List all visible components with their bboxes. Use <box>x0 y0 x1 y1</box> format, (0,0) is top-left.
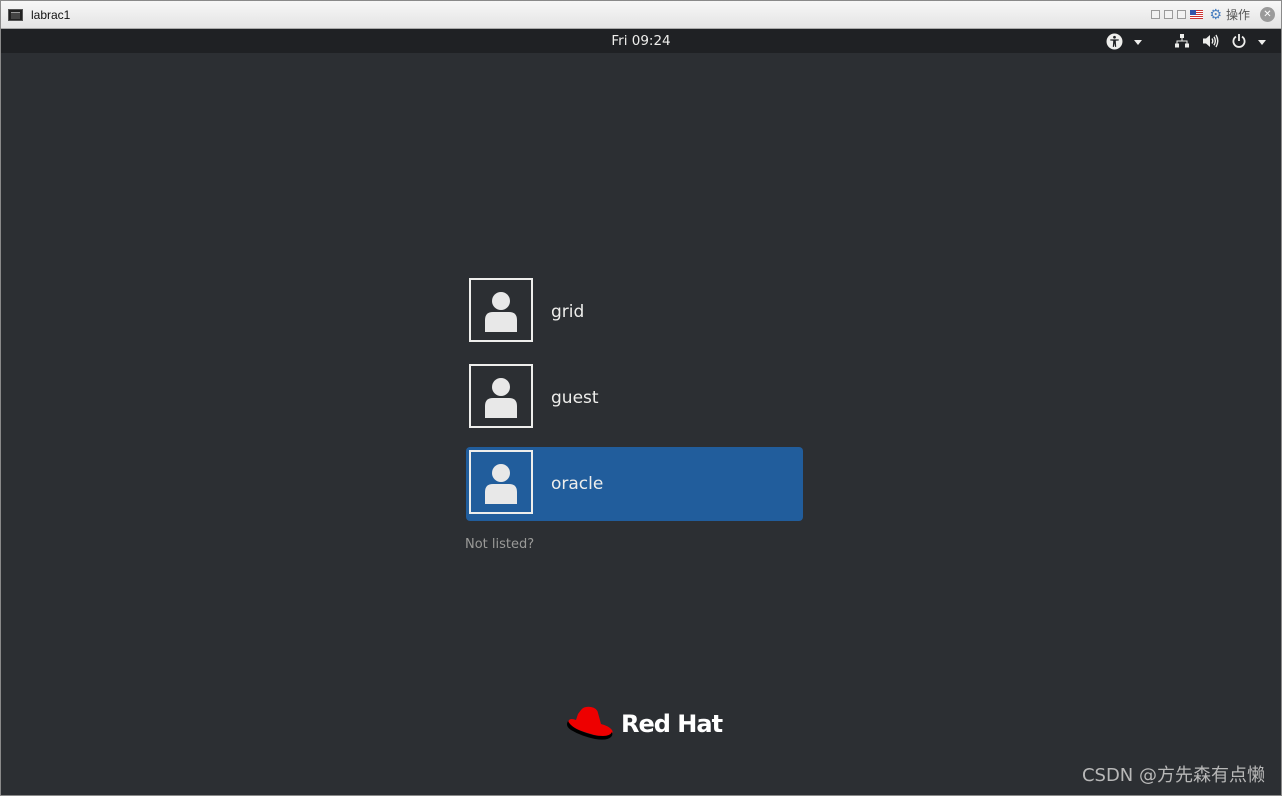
restore-icon[interactable] <box>1151 10 1161 19</box>
watermark-text: CSDN @方先森有点懒 <box>1081 765 1265 786</box>
user-item-oracle[interactable]: oracle <box>466 447 803 521</box>
titlebar-controls: ⚙ 操作 ✕ <box>1151 1 1275 28</box>
user-name: grid <box>551 302 585 322</box>
redhat-wordmark: Red Hat <box>621 710 723 738</box>
volume-icon[interactable] <box>1202 33 1219 52</box>
gear-icon[interactable]: ⚙ <box>1209 8 1222 22</box>
not-listed-link[interactable]: Not listed? <box>465 537 534 552</box>
redhat-hat-icon <box>567 706 613 740</box>
system-menu-caret[interactable] <box>1258 40 1266 45</box>
redhat-logo: Red Hat <box>565 703 723 745</box>
vm-console-window: labrac1 ⚙ 操作 ✕ Fri 09:24 grid guest orac… <box>0 0 1282 796</box>
user-avatar-icon <box>485 378 517 418</box>
keyboard-layout-icon[interactable] <box>1190 10 1204 19</box>
window-titlebar: labrac1 ⚙ 操作 ✕ <box>1 1 1281 29</box>
top-panel: Fri 09:24 <box>1 29 1281 53</box>
power-icon[interactable] <box>1231 33 1247 52</box>
window-title: labrac1 <box>31 7 71 22</box>
actions-menu[interactable]: 操作 <box>1226 6 1250 23</box>
console-icon <box>8 8 23 21</box>
avatar <box>469 278 533 342</box>
accessibility-icon[interactable] <box>1106 33 1123 53</box>
accessibility-menu-caret[interactable] <box>1134 40 1142 45</box>
network-icon[interactable] <box>1174 33 1190 52</box>
clock[interactable]: Fri 09:24 <box>1 33 1281 49</box>
user-item-guest[interactable]: guest <box>466 361 803 435</box>
avatar <box>469 364 533 428</box>
user-avatar-icon <box>485 464 517 504</box>
user-avatar-icon <box>485 292 517 332</box>
close-icon[interactable]: ✕ <box>1260 7 1275 22</box>
maximize-icon[interactable] <box>1177 10 1187 19</box>
user-name: guest <box>551 388 599 408</box>
avatar <box>469 450 533 514</box>
minimize-icon[interactable] <box>1164 10 1174 19</box>
user-name: oracle <box>551 474 604 494</box>
user-item-grid[interactable]: grid <box>466 275 803 349</box>
